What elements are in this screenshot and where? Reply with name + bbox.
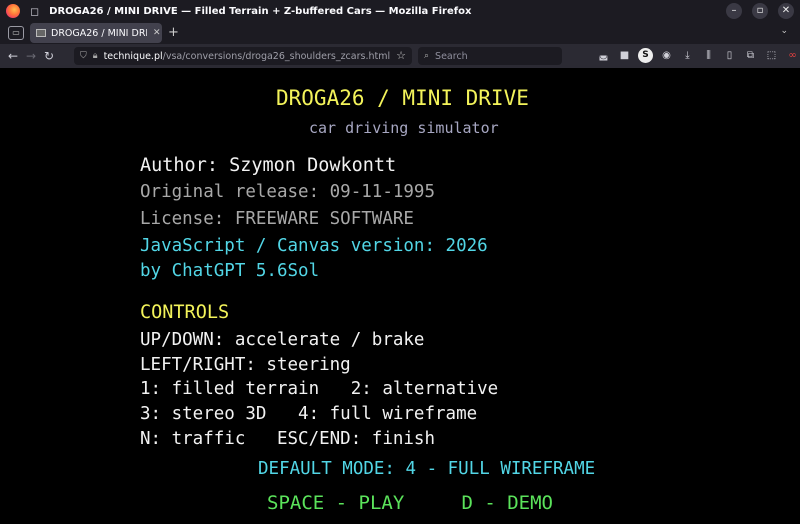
- back-arrow-icon[interactable]: ←: [4, 49, 22, 63]
- firefox-logo-icon[interactable]: [6, 4, 20, 18]
- library-icon[interactable]: ⫼: [701, 48, 716, 63]
- controls-heading: CONTROLS: [140, 302, 230, 323]
- s-extension-icon[interactable]: S: [638, 48, 653, 63]
- close-icon[interactable]: ✕: [778, 3, 794, 19]
- js-version-line: JavaScript / Canvas version: 2026: [140, 236, 488, 256]
- maximize-icon[interactable]: ▫: [752, 3, 768, 19]
- minimize-icon[interactable]: –: [726, 3, 742, 19]
- search-input[interactable]: [435, 50, 556, 62]
- game-title: DROGA26 / MINI DRIVE: [276, 86, 529, 110]
- forward-arrow-icon[interactable]: →: [22, 49, 40, 63]
- tab-droga26[interactable]: DROGA26 / MINI DRIVE ✕: [30, 23, 162, 43]
- url-path: /vsa/conversions/droga26_shoulders_zcars…: [162, 50, 391, 62]
- controls-line: N: traffic ESC/END: finish: [140, 429, 436, 449]
- extensions-icon[interactable]: ⧉: [743, 48, 758, 63]
- license-line: License: FREEWARE SOFTWARE: [140, 209, 414, 229]
- controls-line: UP/DOWN: accelerate / brake: [140, 330, 425, 350]
- window-menu-icon[interactable]: ◻: [30, 5, 39, 18]
- window-title: DROGA26 / MINI DRIVE — Filled Terrain + …: [49, 5, 472, 17]
- navigation-bar: ← → ↻ ⛉ 🔒︎ technique.pl/vsa/conversions/…: [0, 44, 800, 68]
- sidebar-icon[interactable]: ▯: [722, 48, 737, 63]
- release-line: Original release: 09-11-1995: [140, 182, 436, 202]
- tab-overview-icon[interactable]: ▭: [8, 26, 24, 40]
- lock-icon[interactable]: 🔒︎: [93, 51, 98, 61]
- game-screen[interactable]: DROGA26 / MINI DRIVE car driving simulat…: [0, 68, 800, 524]
- play-prompt: SPACE - PLAY D - DEMO: [267, 492, 553, 514]
- tracking-shield-icon[interactable]: ⛉: [80, 51, 87, 61]
- bookmark-star-icon[interactable]: ☆: [396, 49, 406, 62]
- tab-list-chevron-icon[interactable]: ⌄: [780, 26, 788, 36]
- tab-close-icon[interactable]: ✕: [153, 28, 161, 38]
- game-subtitle: car driving simulator: [309, 119, 499, 137]
- tab-strip: ▭ DROGA26 / MINI DRIVE ✕ + ⌄: [0, 22, 800, 44]
- search-bar[interactable]: ⌕: [418, 47, 562, 65]
- tab-title: DROGA26 / MINI DRIVE: [51, 27, 147, 39]
- url-bar[interactable]: ⛉ 🔒︎ technique.pl/vsa/conversions/droga2…: [74, 47, 412, 65]
- account-icon[interactable]: ◉: [659, 48, 674, 63]
- pocket-icon[interactable]: ◛: [596, 48, 611, 63]
- controls-line: LEFT/RIGHT: steering: [140, 355, 351, 375]
- controls-line: 1: filled terrain 2: alternative: [140, 379, 499, 399]
- by-line: by ChatGPT 5.6Sol: [140, 261, 320, 281]
- search-icon: ⌕: [424, 51, 430, 61]
- new-tab-icon[interactable]: +: [168, 25, 179, 40]
- url-text[interactable]: technique.pl/vsa/conversions/droga26_sho…: [104, 51, 394, 62]
- controls-line: 3: stereo 3D 4: full wireframe: [140, 404, 478, 424]
- url-host: technique.pl: [103, 50, 163, 62]
- default-mode-line: DEFAULT MODE: 4 - FULL WIREFRAME: [258, 459, 596, 479]
- toolbar-icons: ◛ ■ S ◉ ⤓ ⫼ ▯ ⧉ ⬚ ∞ ≡: [596, 48, 800, 63]
- extension-glasses-icon[interactable]: ∞: [785, 48, 800, 63]
- window-title-bar: ◻ DROGA26 / MINI DRIVE — Filled Terrain …: [0, 0, 800, 22]
- reload-icon[interactable]: ↻: [40, 49, 58, 63]
- page-favicon-icon: [36, 29, 46, 37]
- shield-extension-icon[interactable]: ■: [617, 48, 632, 63]
- window-controls: – ▫ ✕: [726, 3, 794, 19]
- screenshot-icon[interactable]: ⬚: [764, 48, 779, 63]
- author-line: Author: Szymon Dowkontt: [140, 155, 397, 176]
- download-icon[interactable]: ⤓: [680, 48, 695, 63]
